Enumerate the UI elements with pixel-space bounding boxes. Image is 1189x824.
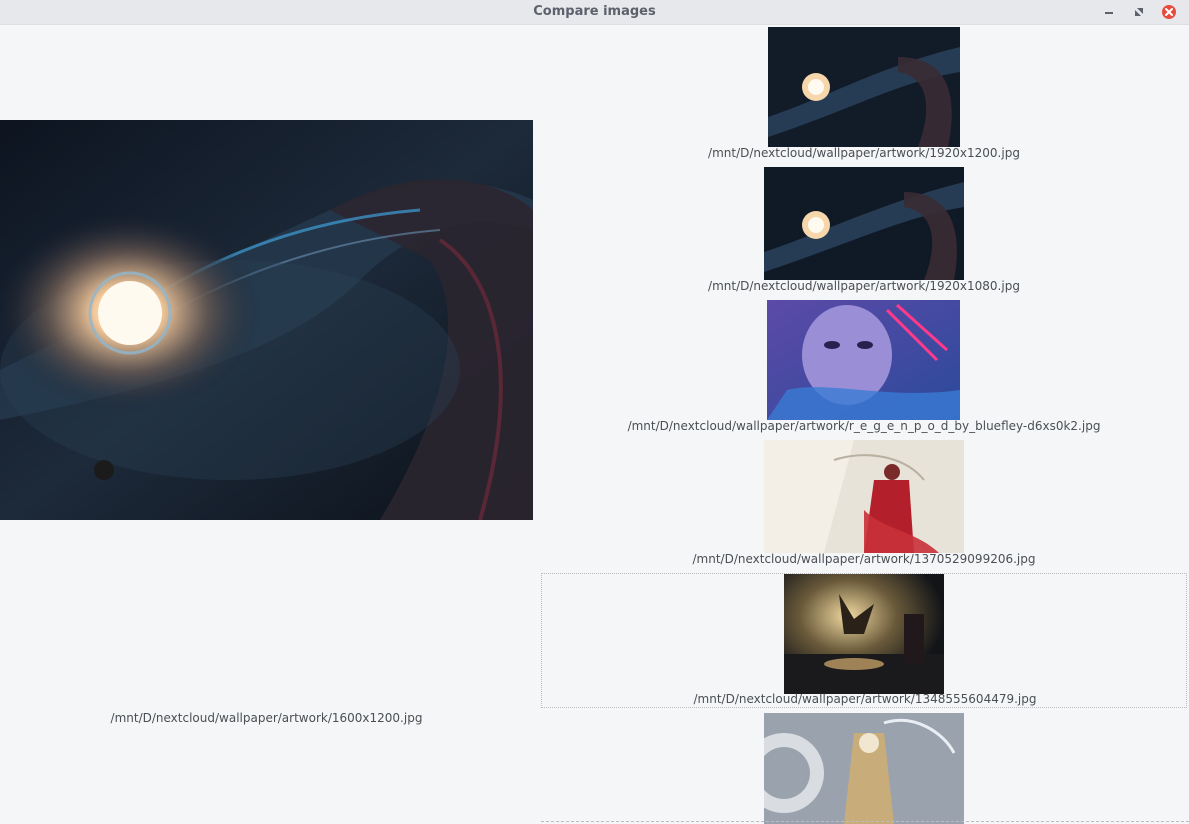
item-path: /mnt/D/nextcloud/wallpaper/artwork/1920x… [708, 279, 1020, 293]
list-item[interactable] [541, 713, 1187, 824]
thumbnail-image [764, 167, 964, 280]
thumbnail-image [767, 300, 960, 420]
thumbnail-image [784, 574, 944, 694]
item-path: /mnt/D/nextcloud/wallpaper/artwork/r_e_g… [627, 419, 1101, 433]
list-item[interactable]: /mnt/D/nextcloud/wallpaper/artwork/13705… [541, 437, 1187, 570]
thumbnail-image [764, 713, 964, 824]
main-image-path: /mnt/D/nextcloud/wallpaper/artwork/1600x… [110, 711, 423, 725]
thumbnail-image [768, 27, 960, 147]
title-bar[interactable]: Compare images [0, 0, 1189, 25]
main-image [0, 120, 533, 520]
thumbnail-image [764, 440, 964, 553]
minimize-icon[interactable] [1101, 4, 1117, 20]
list-bottom-border [541, 821, 1189, 822]
candidate-list[interactable]: /mnt/D/nextcloud/wallpaper/artwork/1920x… [541, 24, 1189, 824]
list-item[interactable]: /mnt/D/nextcloud/wallpaper/artwork/1920x… [541, 24, 1187, 164]
window-title: Compare images [533, 4, 656, 19]
list-item[interactable]: /mnt/D/nextcloud/wallpaper/artwork/r_e_g… [541, 297, 1187, 437]
item-path: /mnt/D/nextcloud/wallpaper/artwork/13705… [692, 552, 1036, 566]
list-item[interactable]: /mnt/D/nextcloud/wallpaper/artwork/1920x… [541, 164, 1187, 297]
list-item-selected[interactable]: /mnt/D/nextcloud/wallpaper/artwork/13485… [541, 573, 1187, 708]
maximize-icon[interactable] [1131, 4, 1147, 20]
item-path: /mnt/D/nextcloud/wallpaper/artwork/13485… [693, 692, 1037, 706]
close-icon[interactable] [1161, 4, 1177, 20]
item-path: /mnt/D/nextcloud/wallpaper/artwork/1920x… [708, 146, 1020, 160]
